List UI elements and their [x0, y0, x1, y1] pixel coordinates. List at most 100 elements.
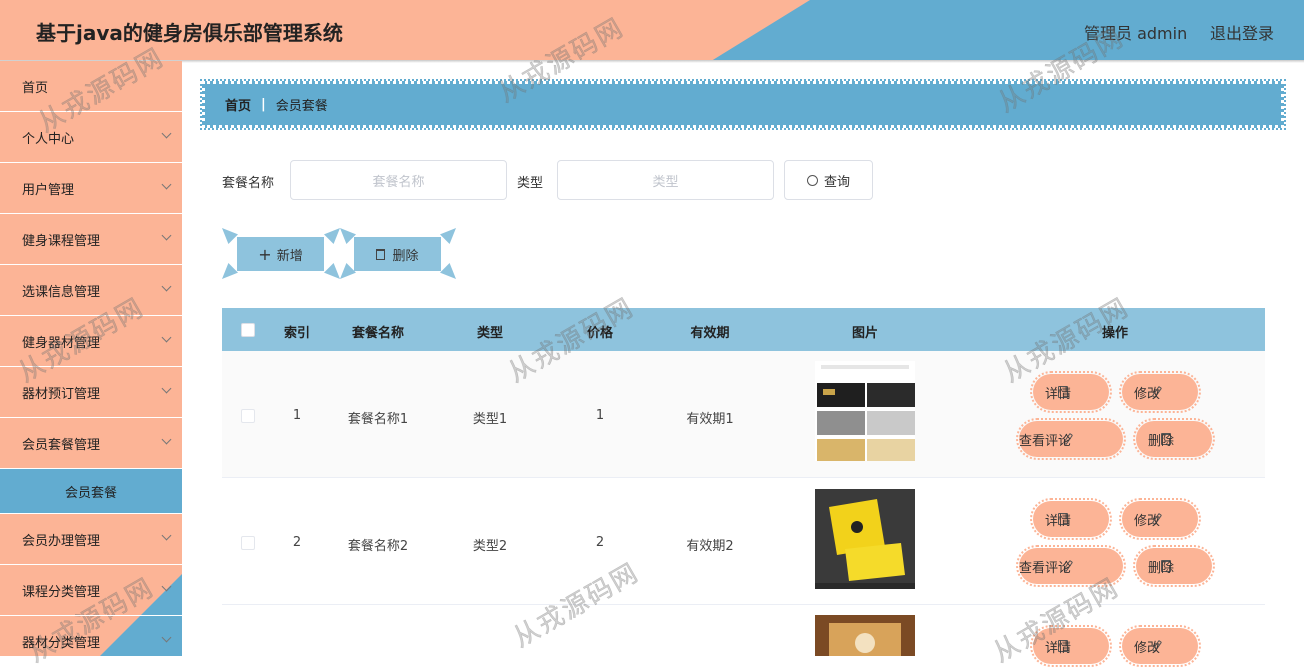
- trash-icon: [376, 248, 386, 260]
- plan-image[interactable]: [815, 361, 915, 461]
- delete-button-label: 删除: [392, 248, 419, 264]
- cell-price: 2: [595, 535, 605, 550]
- edit-button[interactable]: 修改: [1119, 625, 1201, 667]
- current-user: 管理员 admin: [1084, 24, 1188, 43]
- cell-name: 套餐名称1: [347, 412, 409, 427]
- cell-name: 套餐名称2: [347, 539, 409, 554]
- sidebar-item-membership-registration[interactable]: 会员办理管理: [0, 514, 182, 565]
- sidebar-item-label: 个人中心: [22, 131, 75, 147]
- row-delete-button-label: 删除: [1147, 560, 1174, 576]
- table-header: 索引 套餐名称 类型 价格 有效期 图片 操作: [222, 308, 1265, 351]
- detail-button[interactable]: 详情: [1030, 625, 1112, 667]
- chevron-down-icon: [161, 179, 172, 190]
- plus-icon: +: [258, 244, 272, 264]
- sidebar-item-personal-center[interactable]: 个人中心: [0, 112, 182, 163]
- breadcrumb-current: 会员套餐: [275, 99, 328, 114]
- sidebar-item-equipment-category[interactable]: 器材分类管理: [0, 616, 182, 656]
- search-icon: [806, 174, 818, 186]
- col-name: 套餐名称: [351, 326, 405, 341]
- logout-link[interactable]: 退出登录: [1210, 20, 1274, 44]
- plan-image[interactable]: [815, 615, 915, 656]
- sidebar-item-label: 选课信息管理: [22, 284, 101, 300]
- top-header: 基于java的健身房俱乐部管理系统 管理员 admin 退出登录: [0, 0, 1304, 60]
- edit-button-label: 修改: [1133, 513, 1160, 529]
- breadcrumb-home[interactable]: 首页: [225, 95, 251, 114]
- type-filter-input[interactable]: 类型: [557, 160, 774, 200]
- add-button-label: 新增: [276, 248, 303, 264]
- chevron-down-icon: [161, 434, 172, 445]
- ribbon-corner: [324, 263, 340, 279]
- select-all-checkbox[interactable]: [241, 323, 255, 337]
- cell-type: 类型2: [472, 539, 508, 554]
- sidebar-item-course-category[interactable]: 课程分类管理: [0, 565, 182, 616]
- breadcrumb-separator: |: [261, 97, 266, 112]
- cell-price: 1: [595, 408, 605, 423]
- col-index: 索引: [283, 326, 311, 341]
- chevron-down-icon: [161, 332, 172, 343]
- cell-type: 类型1: [472, 412, 508, 427]
- detail-button-label: 详情: [1044, 640, 1071, 656]
- sidebar: 首页 个人中心 用户管理 健身课程管理 选课信息管理 健身器材管理 器材预订管理…: [0, 61, 182, 656]
- col-type: 类型: [476, 326, 504, 341]
- table-row: 详情 修改: [222, 605, 1265, 667]
- detail-button[interactable]: 详情: [1030, 371, 1112, 413]
- comments-button-label: 查看评论: [1018, 560, 1071, 576]
- breadcrumb: 首页 | 会员套餐: [200, 79, 1286, 130]
- row-delete-button[interactable]: 删除: [1133, 418, 1215, 460]
- sidebar-item-label: 器材预订管理: [22, 386, 101, 402]
- sidebar-item-users[interactable]: 用户管理: [0, 163, 182, 214]
- sidebar-item-course-selection[interactable]: 选课信息管理: [0, 265, 182, 316]
- sidebar-item-label: 课程分类管理: [22, 584, 101, 600]
- plan-image[interactable]: [815, 489, 915, 589]
- bulk-delete-button[interactable]: 删除: [354, 237, 441, 271]
- row-checkbox[interactable]: [241, 536, 255, 550]
- view-comments-button[interactable]: 查看评论: [1016, 418, 1126, 460]
- cell-validity: 有效期1: [686, 412, 734, 427]
- chevron-down-icon: [161, 581, 172, 592]
- ribbon-corner: [222, 263, 238, 279]
- edit-button-label: 修改: [1133, 386, 1160, 402]
- chevron-down-icon: [161, 230, 172, 241]
- chevron-down-icon: [161, 383, 172, 394]
- sidebar-subitem-membership[interactable]: 会员套餐: [0, 469, 182, 514]
- name-filter-label: 套餐名称: [222, 176, 275, 191]
- row-checkbox[interactable]: [241, 409, 255, 423]
- comments-button-label: 查看评论: [1018, 433, 1071, 449]
- type-filter-label: 类型: [517, 176, 544, 191]
- sidebar-item-label: 会员套餐管理: [22, 437, 101, 453]
- ribbon-corner: [440, 228, 456, 244]
- row-delete-button-label: 删除: [1147, 433, 1174, 449]
- sidebar-item-label: 用户管理: [22, 182, 75, 198]
- col-validity: 有效期: [690, 326, 730, 341]
- table-row: 1 套餐名称1 类型1 1 有效期1 详情 修改 查看评论 删除: [222, 351, 1265, 478]
- table-row: 2 套餐名称2 类型2 2 有效期2 详情 修改 查看评论 删除: [222, 478, 1265, 605]
- chevron-down-icon: [161, 632, 172, 643]
- cell-validity: 有效期2: [686, 539, 734, 554]
- chevron-down-icon: [161, 128, 172, 139]
- view-comments-button[interactable]: 查看评论: [1016, 545, 1126, 587]
- col-actions: 操作: [1101, 326, 1129, 341]
- sidebar-item-label: 首页: [22, 80, 49, 96]
- sidebar-item-home[interactable]: 首页: [0, 61, 182, 112]
- query-button[interactable]: 查询: [784, 160, 873, 200]
- sidebar-item-label: 会员办理管理: [22, 533, 101, 549]
- sidebar-item-equipment[interactable]: 健身器材管理: [0, 316, 182, 367]
- edit-button[interactable]: 修改: [1119, 498, 1201, 540]
- ribbon-corner: [440, 263, 456, 279]
- sidebar-item-courses[interactable]: 健身课程管理: [0, 214, 182, 265]
- edit-button-label: 修改: [1133, 640, 1160, 656]
- edit-button[interactable]: 修改: [1119, 371, 1201, 413]
- row-delete-button[interactable]: 删除: [1133, 545, 1215, 587]
- detail-button-label: 详情: [1044, 386, 1071, 402]
- chevron-down-icon: [161, 530, 172, 541]
- header-shadow: [0, 60, 1304, 63]
- cell-index: 2: [292, 535, 302, 550]
- sidebar-item-equipment-booking[interactable]: 器材预订管理: [0, 367, 182, 418]
- sidebar-item-membership-plans[interactable]: 会员套餐管理: [0, 418, 182, 469]
- name-filter-input[interactable]: 套餐名称: [290, 160, 507, 200]
- col-price: 价格: [586, 326, 614, 341]
- detail-button[interactable]: 详情: [1030, 498, 1112, 540]
- add-button[interactable]: + 新增: [237, 237, 324, 271]
- ribbon-corner: [324, 228, 340, 244]
- sidebar-item-label: 器材分类管理: [22, 635, 101, 651]
